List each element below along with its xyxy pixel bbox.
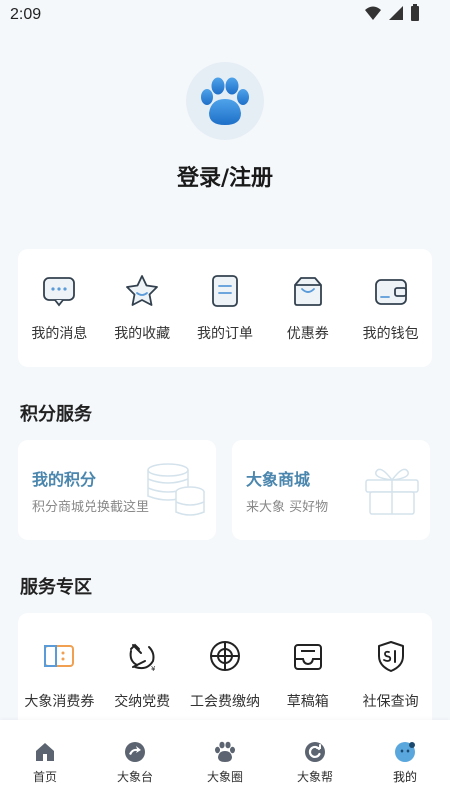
avatar[interactable]	[186, 62, 264, 140]
service-item-union-fee[interactable]: 工会费缴纳	[184, 639, 266, 733]
bottom-tab-bar: 首页 大象台 大象圈 大象帮 我的	[0, 720, 450, 800]
home-icon	[36, 743, 54, 761]
message-icon	[43, 277, 76, 307]
elephant-mall-card[interactable]: 大象商城 来大象 买好物	[232, 440, 430, 540]
status-time: 2:09	[10, 6, 42, 23]
quick-item-messages[interactable]: 我的消息	[19, 273, 99, 343]
quick-label: 我的收藏	[114, 326, 171, 342]
service-item-voucher[interactable]: 大象消费券	[18, 639, 100, 733]
coupon-icon	[293, 277, 322, 306]
party-icon: ¥	[129, 643, 156, 673]
points-card-title: 我的积分	[32, 470, 97, 489]
svg-text:¥: ¥	[151, 665, 156, 673]
service-label: 工会费缴纳	[189, 694, 260, 710]
quick-item-favorites[interactable]: 我的收藏	[102, 273, 182, 343]
service-item-drafts[interactable]: 草稿箱	[267, 639, 349, 733]
mall-card-title: 大象商城	[246, 470, 311, 489]
quick-label: 优惠券	[286, 326, 329, 342]
dxt-icon	[125, 742, 145, 762]
paw-icon	[215, 741, 235, 762]
social-security-icon	[377, 641, 404, 672]
tab-label: 大象帮	[296, 770, 333, 784]
mall-card-subtitle: 来大象 买好物	[246, 500, 329, 515]
signal-icon	[389, 6, 403, 20]
quick-item-coupons[interactable]: 优惠券	[268, 273, 348, 343]
tab-dxt[interactable]: 大象台	[100, 740, 170, 800]
quick-label: 我的订单	[196, 326, 253, 342]
service-section-title: 服务专区	[20, 577, 92, 598]
star-icon	[126, 275, 159, 306]
tab-label: 大象台	[116, 770, 153, 784]
drafts-icon	[293, 644, 322, 670]
quick-item-wallet[interactable]: 我的钱包	[351, 273, 431, 343]
tab-mine[interactable]: 我的	[370, 740, 440, 800]
points-card-subtitle: 积分商城兑换截这里	[32, 500, 150, 515]
tab-label: 大象圈	[206, 770, 243, 784]
tab-help[interactable]: 大象帮	[280, 740, 350, 800]
help-icon	[305, 742, 325, 762]
service-label: 交纳党费	[114, 694, 171, 710]
mine-icon	[395, 742, 415, 762]
points-section-title: 积分服务	[20, 404, 92, 425]
union-fee-icon	[209, 641, 240, 671]
quick-label: 我的钱包	[362, 326, 419, 342]
battery-icon	[411, 4, 419, 21]
order-icon	[212, 275, 238, 307]
status-bar: 2:09	[0, 0, 450, 30]
status-icons	[364, 4, 420, 22]
voucher-icon	[44, 645, 75, 667]
service-item-social-security[interactable]: 社保查询	[350, 639, 432, 733]
service-label: 大象消费券	[24, 694, 95, 710]
tab-label: 首页	[32, 770, 57, 784]
wallet-icon	[374, 279, 407, 305]
service-item-party-fee[interactable]: ¥ 交纳党费	[101, 639, 183, 733]
tab-label: 我的	[392, 770, 417, 784]
paw-logo-icon	[201, 77, 249, 125]
service-label: 草稿箱	[286, 694, 329, 710]
quick-item-orders[interactable]: 我的订单	[185, 273, 265, 343]
quick-links-card: 我的消息 我的收藏 我的订单 优惠券 我的钱包	[18, 249, 432, 367]
service-label: 社保查询	[362, 694, 419, 710]
tab-circle[interactable]: 大象圈	[190, 740, 260, 800]
quick-label: 我的消息	[31, 326, 88, 342]
tab-home[interactable]: 首页	[10, 740, 80, 800]
service-card: 大象消费券 ¥ 交纳党费 工会费缴纳 草稿箱 社保查询	[18, 613, 432, 733]
login-register-link[interactable]: 登录/注册	[0, 160, 450, 192]
wifi-icon	[365, 6, 381, 20]
my-points-card[interactable]: 我的积分 积分商城兑换截这里	[18, 440, 216, 540]
